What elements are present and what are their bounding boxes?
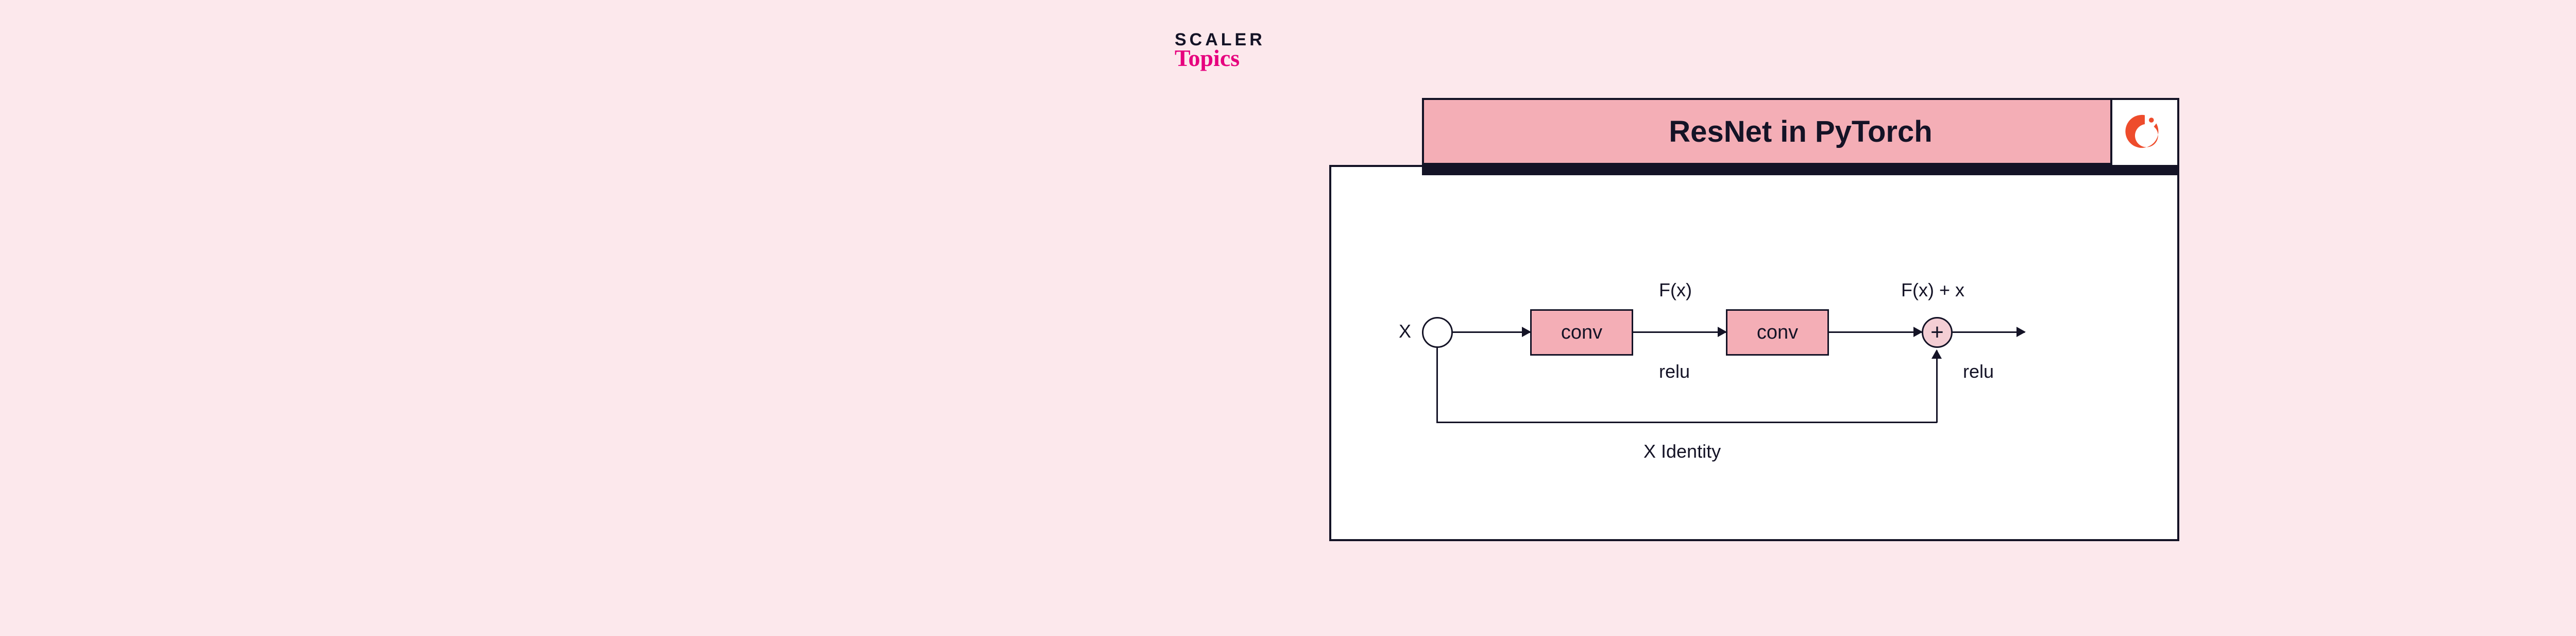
conv2-label: conv	[1757, 322, 1798, 344]
relu2-label: relu	[1963, 361, 1994, 382]
input-x-label: X	[1399, 321, 1411, 342]
arrow-conv1-conv2	[1633, 331, 1726, 333]
resnet-diagram: X conv F(x) relu conv F(x) + x + relu X …	[1329, 165, 2179, 541]
arrow-conv2-sum	[1829, 331, 1922, 333]
sum-symbol: +	[1930, 321, 1944, 344]
pytorch-badge	[2110, 100, 2177, 167]
skip-up	[1936, 350, 1938, 423]
pytorch-icon	[2124, 112, 2165, 153]
arrow-input-conv1	[1453, 331, 1530, 333]
brand-logo: SCALER Topics	[1175, 31, 1265, 70]
title-text: ResNet in PyTorch	[1669, 114, 1932, 149]
relu1-label: relu	[1659, 361, 1690, 382]
conv1-box: conv	[1530, 309, 1633, 356]
fx-label: F(x)	[1659, 279, 1692, 301]
titlebar-shadow: ResNet in PyTorch	[1422, 98, 2179, 175]
skip-across	[1436, 422, 1937, 423]
identity-label: X Identity	[1643, 441, 1721, 462]
arrow-sum-out	[1953, 331, 2025, 333]
conv1-label: conv	[1561, 322, 1602, 344]
titlebar: ResNet in PyTorch	[1422, 98, 2179, 165]
skip-down	[1436, 348, 1438, 423]
input-node	[1422, 317, 1453, 348]
logo-bottom-text: Topics	[1175, 46, 1265, 70]
sum-node: +	[1922, 317, 1953, 348]
conv2-box: conv	[1726, 309, 1829, 356]
sum-top-label: F(x) + x	[1901, 279, 1964, 301]
